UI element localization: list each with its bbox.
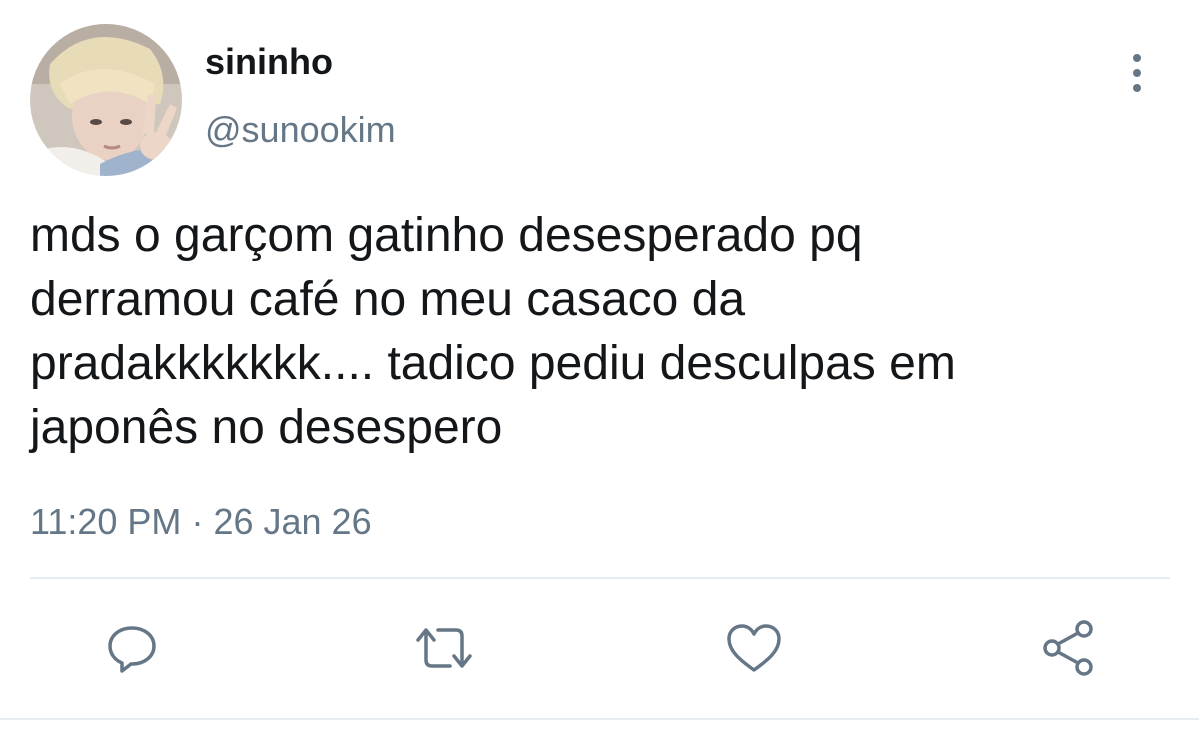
tweet-time: 11:20 PM xyxy=(30,501,182,542)
reply-button[interactable] xyxy=(100,616,164,680)
tweet-card: sininho @sunookim mds o garçom gatinho d… xyxy=(0,0,1199,737)
share-button[interactable] xyxy=(1036,616,1100,680)
more-dot xyxy=(1133,54,1141,62)
user-handle[interactable]: @sunookim xyxy=(205,108,396,152)
avatar-photo xyxy=(30,24,182,176)
divider xyxy=(0,718,1199,720)
tweet-date: 26 Jan 26 xyxy=(213,501,372,542)
share-icon xyxy=(1043,620,1093,676)
more-dot xyxy=(1133,84,1141,92)
like-button[interactable] xyxy=(722,616,786,680)
tweet-text-line: japonês no desespero xyxy=(30,401,503,454)
tweet-text-line: pradakkkkkkk.... tadico pediu desculpas … xyxy=(30,337,956,390)
tweet-text: mds o garçom gatinho desesperado pq derr… xyxy=(30,204,1160,460)
tweet-text-line: derramou café no meu casaco da xyxy=(30,273,746,326)
tweet-timestamp[interactable]: 11:20 PM · 26 Jan 26 xyxy=(30,500,372,544)
retweet-icon xyxy=(416,628,472,668)
avatar[interactable] xyxy=(30,24,182,176)
display-name[interactable]: sininho xyxy=(205,40,333,84)
reply-icon xyxy=(108,626,156,673)
more-options-icon[interactable] xyxy=(1122,50,1152,96)
timestamp-separator: · xyxy=(191,501,204,542)
tweet-text-line: mds o garçom gatinho desesperado pq xyxy=(30,209,863,262)
more-dot xyxy=(1133,69,1141,77)
divider xyxy=(30,577,1170,579)
heart-icon xyxy=(727,624,781,672)
retweet-button[interactable] xyxy=(412,616,476,680)
